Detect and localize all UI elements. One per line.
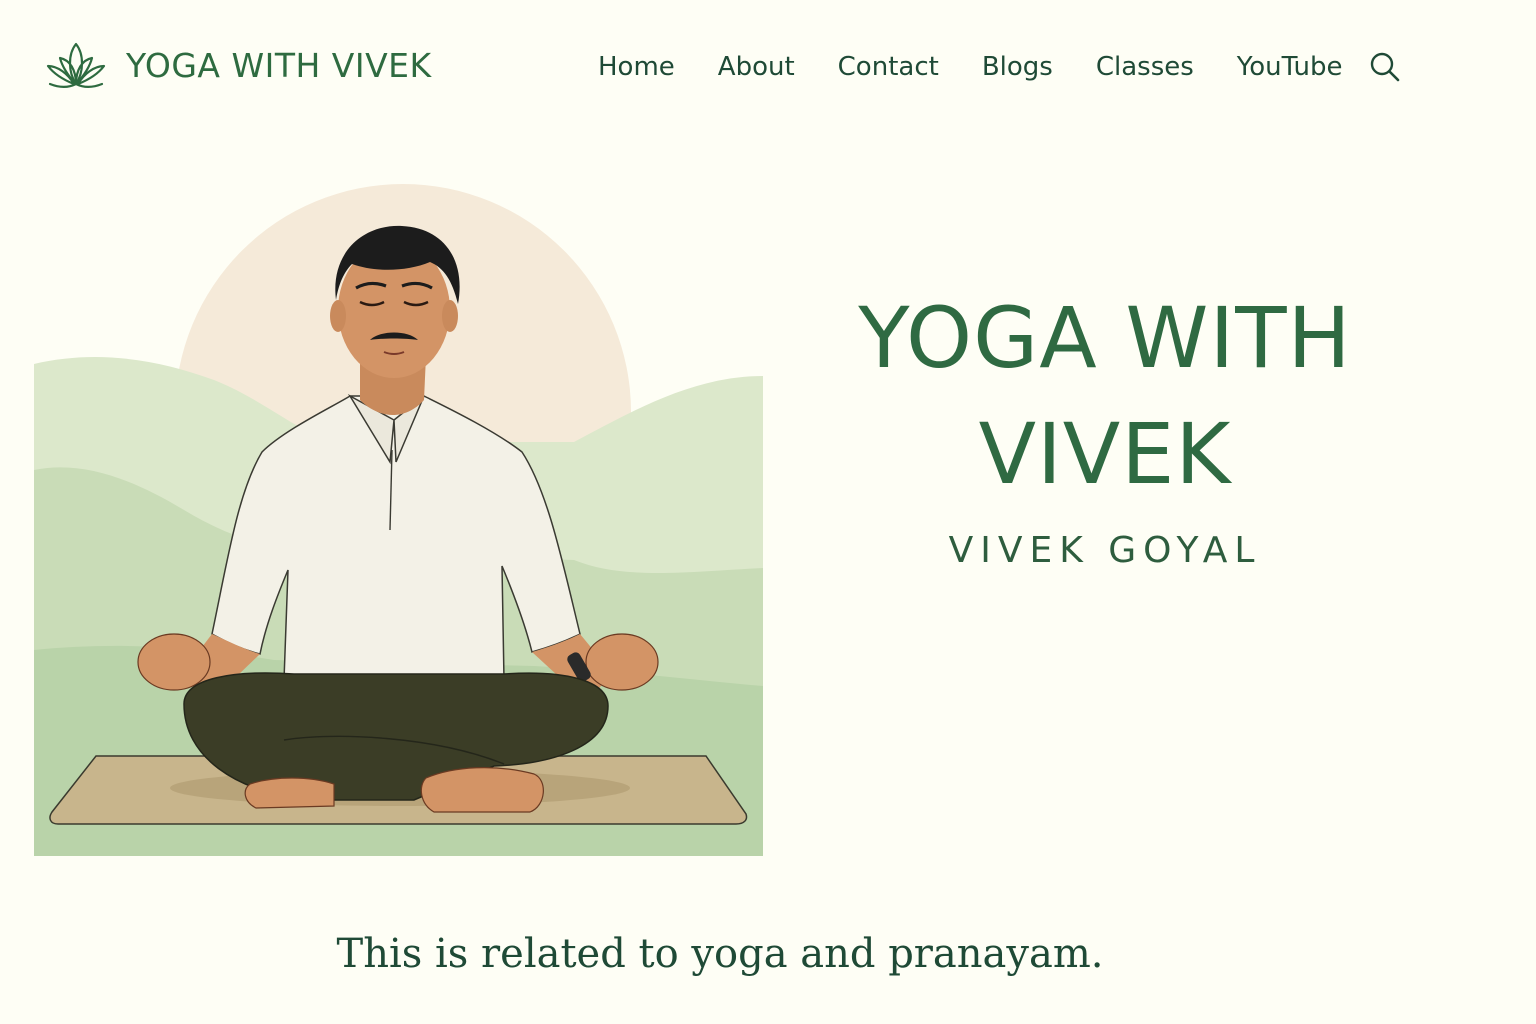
nav-item-home[interactable]: Home <box>598 48 675 86</box>
right-hand <box>585 633 659 691</box>
meditation-illustration <box>34 180 763 856</box>
hero-title: YOGA WITH VIVEK <box>858 289 1352 503</box>
tagline: This is related to yoga and pranayam. <box>336 931 1104 977</box>
nav-item-youtube[interactable]: YouTube <box>1237 48 1343 86</box>
nav-item-classes[interactable]: Classes <box>1096 48 1194 86</box>
site-header: YOGA WITH VIVEK Home About Contact Blogs… <box>0 0 1536 136</box>
left-foot <box>244 777 335 809</box>
brand-home-link[interactable]: YOGA WITH VIVEK <box>40 38 432 94</box>
nav-item-blogs[interactable]: Blogs <box>982 48 1053 86</box>
hero-subtitle: VIVEK GOYAL <box>948 530 1262 571</box>
nav-item-contact[interactable]: Contact <box>838 48 939 86</box>
left-hand <box>137 633 211 691</box>
main-nav: Home About Contact Blogs Classes YouTube <box>598 48 1401 86</box>
search-icon[interactable] <box>1369 51 1401 83</box>
brand-name[interactable]: YOGA WITH VIVEK <box>126 38 432 94</box>
nav-item-about[interactable]: About <box>718 48 795 86</box>
lotus-icon <box>46 42 106 89</box>
right-foot <box>420 767 544 813</box>
